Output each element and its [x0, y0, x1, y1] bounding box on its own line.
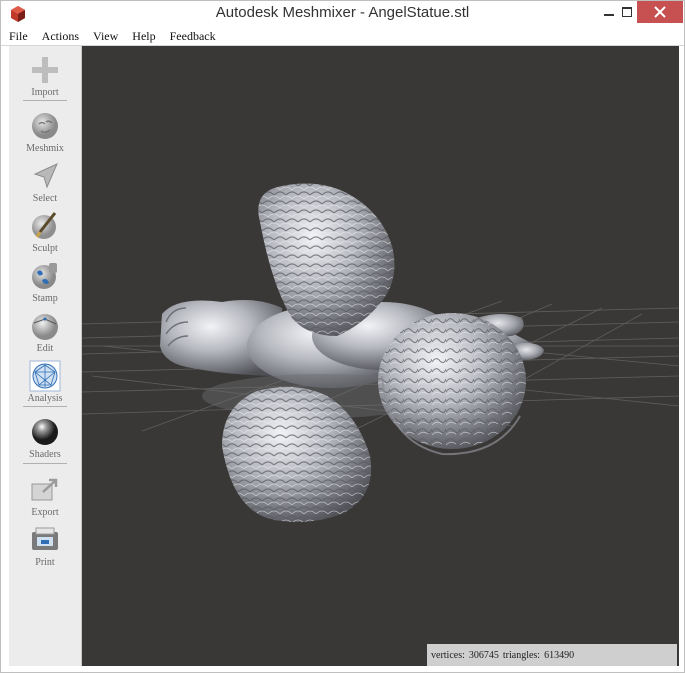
menu-actions[interactable]: Actions	[34, 29, 85, 44]
tool-export[interactable]: Export	[9, 474, 81, 518]
plus-icon	[32, 57, 58, 83]
close-icon	[654, 6, 666, 18]
maximize-icon	[622, 7, 632, 17]
tool-label: Stamp	[32, 293, 58, 304]
menu-file[interactable]: File	[1, 29, 34, 44]
tool-import[interactable]: Import	[9, 54, 81, 98]
tool-shaders[interactable]: Shaders	[9, 416, 81, 460]
tool-label: Edit	[36, 343, 54, 354]
analysis-icon	[29, 360, 61, 392]
close-button[interactable]	[637, 1, 683, 23]
menu-view[interactable]: View	[85, 29, 124, 44]
tool-print[interactable]: Print	[9, 524, 81, 568]
vertices-count: 306745	[468, 649, 499, 661]
menu-help[interactable]: Help	[124, 29, 161, 44]
tool-label: Sculpt	[32, 243, 58, 254]
mesh-stats-bar: vertices: 306745 triangles: 613490	[427, 644, 677, 666]
title-bar[interactable]: Autodesk Meshmixer - AngelStatue.stl	[1, 1, 684, 27]
select-arrow-icon	[33, 163, 58, 189]
3d-viewport[interactable]: vertices: 306745 triangles: 613490	[82, 46, 679, 666]
tool-sidebar: Import Meshmix Select Sculpt Stamp Edit …	[9, 46, 82, 666]
toolbar-divider	[23, 463, 67, 464]
edit-sphere-icon	[32, 314, 58, 340]
tool-label: Meshmix	[26, 143, 64, 154]
tool-label: Export	[31, 507, 59, 518]
shader-ball-icon	[32, 419, 58, 445]
scene	[82, 183, 679, 523]
menu-bar: File Actions View Help Feedback	[1, 27, 684, 46]
window-title: Autodesk Meshmixer - AngelStatue.stl	[215, 4, 470, 21]
tool-select[interactable]: Select	[9, 160, 81, 204]
stamp-icon	[32, 263, 57, 289]
tool-meshmix[interactable]: Meshmix	[9, 110, 81, 154]
sculpt-brush-icon	[32, 212, 57, 239]
tool-label: Analysis	[27, 393, 63, 404]
tool-label: Select	[32, 193, 58, 204]
toolbar-divider	[23, 406, 67, 407]
app-window: Autodesk Meshmixer - AngelStatue.stl Fil…	[0, 0, 685, 673]
export-icon	[31, 478, 58, 501]
tool-edit[interactable]: Edit	[9, 310, 81, 354]
tool-stamp[interactable]: Stamp	[9, 260, 81, 304]
tool-label: Import	[31, 87, 59, 98]
print-icon	[32, 527, 58, 550]
triangles-label: triangles:	[502, 649, 541, 661]
tool-label: Print	[35, 557, 55, 568]
menu-feedback[interactable]: Feedback	[162, 29, 222, 44]
tool-analysis[interactable]: Analysis	[9, 360, 81, 404]
triangles-count: 613490	[544, 649, 575, 661]
vertices-label: vertices:	[431, 649, 465, 661]
meshmix-icon	[32, 113, 58, 139]
tool-sculpt[interactable]: Sculpt	[9, 210, 81, 254]
toolbar-divider	[23, 100, 67, 101]
angel-statue-model	[160, 183, 544, 523]
tool-label: Shaders	[29, 449, 61, 460]
